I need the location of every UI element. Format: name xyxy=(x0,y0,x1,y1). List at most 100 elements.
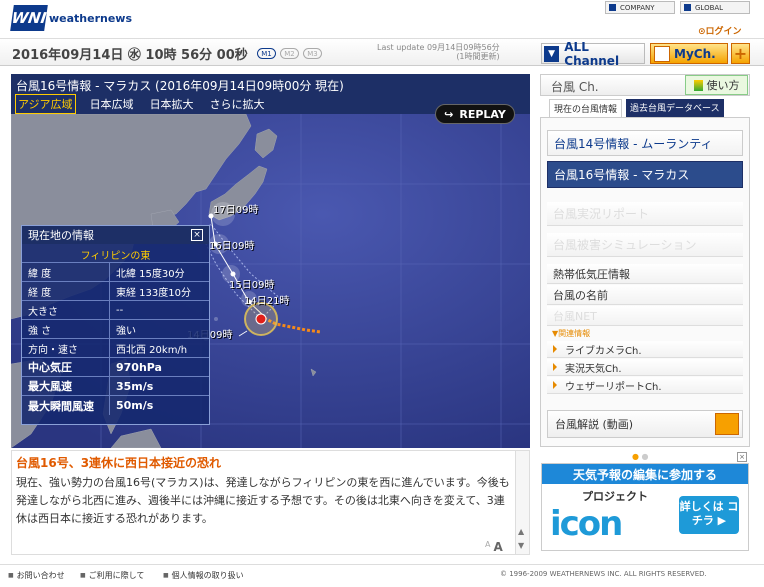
typhoon-video-link[interactable]: 台風解説 (動画) xyxy=(547,410,743,438)
video-label: 台風解説 (動画) xyxy=(555,418,634,431)
sidebar-item-typhoon16[interactable]: 台風16号情報 - マラカス xyxy=(547,161,743,188)
footer-terms-link[interactable]: ご利用に際して xyxy=(80,570,145,581)
global-label: GLOBAL xyxy=(695,3,724,12)
info-row-lon: 経 度東経 133度10分 xyxy=(22,282,209,301)
replay-button[interactable]: ↪ REPLAY xyxy=(435,104,515,124)
article-scrollbar[interactable]: ▲ ▼ xyxy=(515,450,530,555)
info-key: 方向・速さ xyxy=(22,339,110,357)
tab-typhoon-database[interactable]: 過去台風データベース xyxy=(626,99,724,117)
article-body: 現在、強い勢力の台風16号(マラカス)は、発達しながらフィリピンの東を西に進んで… xyxy=(16,476,510,525)
footer-privacy-link[interactable]: 個人情報の取り扱い xyxy=(163,570,244,581)
mych-icon xyxy=(654,45,670,62)
pill-m2[interactable]: M2 xyxy=(280,48,299,59)
company-label: COMPANY xyxy=(620,3,655,12)
replay-icon: ↪ xyxy=(444,107,454,121)
footer-contact-link[interactable]: お問い合わせ xyxy=(8,570,65,581)
info-value: 強い xyxy=(116,325,136,337)
current-datetime: 2016年09月14日 ㊌ 10時 56分 00秒 xyxy=(12,48,248,63)
info-value: 東経 133度10分 xyxy=(116,287,191,299)
globe-icon xyxy=(684,4,691,11)
copyright: © 1996-2009 WEATHERNEWS INC. ALL RIGHTS … xyxy=(500,570,707,578)
current-location-info-panel: 現在地の情報 × フィリピンの東 緯 度北緯 15度30分 経 度東経 133度1… xyxy=(21,225,210,425)
icon-project-banner[interactable]: 天気予報の編集に参加する プロジェクト icon 詳しくは コチラ ▶ xyxy=(541,463,749,551)
close-icon[interactable]: × xyxy=(191,229,203,241)
related-live-camera[interactable]: ライブカメラCh. xyxy=(547,341,743,358)
all-channel-button[interactable]: ▼ ALL Channel xyxy=(541,40,645,68)
related-header: ▼関連情報 xyxy=(552,329,591,338)
company-link[interactable]: COMPANY xyxy=(605,1,675,14)
add-channel-button[interactable]: + xyxy=(731,43,750,64)
sidebar-item-report-disabled: 台風実況リポート xyxy=(547,202,743,226)
sidebar-tabs: 現在の台風情報 過去台風データベース xyxy=(549,99,743,117)
info-key: 中心気圧 xyxy=(22,358,110,376)
tab-japan-wide[interactable]: 日本広域 xyxy=(88,95,136,113)
carousel-dots[interactable]: ● ● xyxy=(632,452,649,461)
related-header-label: 関連情報 xyxy=(558,329,591,338)
info-row-max-gust: 最大瞬間風速 50m/s xyxy=(22,396,209,415)
font-small-button[interactable]: A xyxy=(485,540,490,554)
banner-detail-button[interactable]: 詳しくは コチラ ▶ xyxy=(679,496,739,534)
related-weather-now[interactable]: 実況天気Ch. xyxy=(547,359,743,376)
info-key: 大きさ xyxy=(22,301,110,319)
mych-button[interactable]: MyCh. xyxy=(650,43,728,64)
info-row-pressure: 中心気圧 970hPa xyxy=(22,358,209,377)
tab-asia[interactable]: アジア広域 xyxy=(15,94,76,114)
track-label-17: 17日09時 xyxy=(213,205,259,216)
tab-further-zoom[interactable]: さらに拡大 xyxy=(208,95,267,113)
info-row-max-wind: 最大風速 35m/s xyxy=(22,377,209,396)
track-label-16: 16日09時 xyxy=(209,241,255,252)
sidebar-item-typhoon-net: 台風NET xyxy=(547,306,743,326)
info-value: 西北西 20km/h xyxy=(116,344,188,356)
info-title: 現在地の情報 xyxy=(28,229,94,242)
sidebar-item-typhoon-names[interactable]: 台風の名前 xyxy=(547,285,743,305)
info-row-size: 大きさ -- xyxy=(22,301,209,320)
weathernews-logo[interactable]: WNI weathernews xyxy=(10,3,132,33)
info-key: 最大風速 xyxy=(22,377,110,395)
tab-japan-zoom[interactable]: 日本拡大 xyxy=(148,95,196,113)
video-icon xyxy=(715,413,739,435)
pill-m1[interactable]: M1 xyxy=(257,48,276,59)
company-icon xyxy=(609,4,616,11)
sidebar-item-typhoon14[interactable]: 台風14号情報 - ムーランティ xyxy=(547,130,743,156)
login-link[interactable]: ⊙ログイン xyxy=(698,24,742,37)
info-row-lat: 緯 度北緯 15度30分 xyxy=(22,263,209,282)
info-value: 北緯 15度30分 xyxy=(116,268,185,280)
chevron-down-icon: ▼ xyxy=(544,45,560,62)
info-key: 最大瞬間風速 xyxy=(22,396,110,415)
info-row-strength: 強 さ強い xyxy=(22,320,209,339)
banner-project: プロジェクト xyxy=(582,490,648,503)
scroll-up-icon[interactable]: ▲ xyxy=(518,527,524,536)
article-panel: 台風16号、3連休に西日本接近の恐れ 現在、強い勢力の台風16号(マラカス)は、… xyxy=(11,450,515,555)
beginner-mark-icon xyxy=(693,79,703,91)
scroll-down-icon[interactable]: ▼ xyxy=(518,541,524,550)
last-update: Last update 09月14日09時56分 (1時間更新) xyxy=(377,43,500,61)
pill-m3[interactable]: M3 xyxy=(303,48,322,59)
tab-current-typhoon[interactable]: 現在の台風情報 xyxy=(549,99,623,117)
login-label: ログイン xyxy=(705,27,742,37)
last-update-time: Last update 09月14日09時56分 xyxy=(377,43,500,52)
replay-label: REPLAY xyxy=(459,107,506,121)
global-link[interactable]: GLOBAL xyxy=(680,1,750,14)
mych-label: MyCh. xyxy=(674,46,716,61)
font-large-button[interactable]: A xyxy=(493,540,502,554)
info-location: フィリピンの東 xyxy=(22,244,209,263)
last-update-interval: (1時間更新) xyxy=(456,52,500,61)
info-value: 50m/s xyxy=(116,399,154,412)
info-row-direction: 方向・速さ 西北西 20km/h xyxy=(22,339,209,358)
info-value: -- xyxy=(116,304,124,316)
banner-close-icon[interactable]: × xyxy=(737,452,747,462)
info-key: 緯 度 xyxy=(22,263,110,281)
track-label-15: 15日09時 xyxy=(229,280,275,291)
info-header: 現在地の情報 × xyxy=(22,226,209,244)
info-value: 35m/s xyxy=(116,379,154,393)
sidebar-item-tropical-depression[interactable]: 熱帯低気圧情報 xyxy=(547,264,743,284)
banner-title: 天気予報の編集に参加する xyxy=(542,464,748,484)
logo-text: weathernews xyxy=(49,11,133,25)
help-button[interactable]: 使い方 xyxy=(685,75,748,95)
sidebar-item-simulation-disabled: 台風被害シミュレーション xyxy=(547,233,743,257)
help-label: 使い方 xyxy=(706,79,740,92)
track-label-14-21: 14日21時 xyxy=(244,296,290,307)
related-weather-report[interactable]: ウェザーリポートCh. xyxy=(547,377,743,394)
info-key: 経 度 xyxy=(22,282,110,300)
font-size-controls: A A xyxy=(485,540,515,554)
